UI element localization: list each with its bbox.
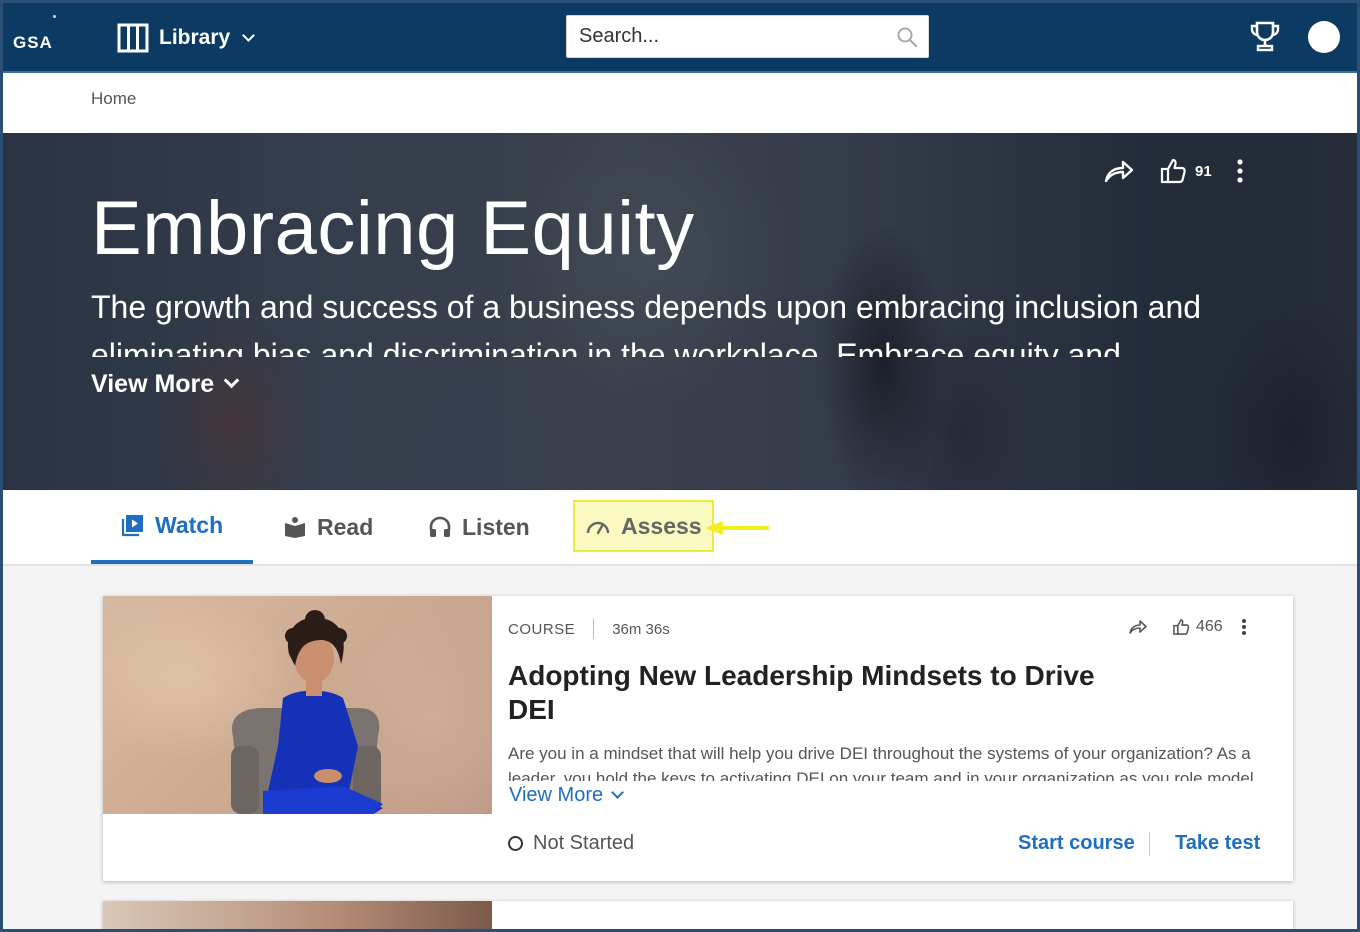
status-circle-icon <box>508 836 523 851</box>
library-label: Library <box>159 26 231 49</box>
course-meta: COURSE 36m 36s <box>508 619 670 639</box>
tab-watch-label: Watch <box>155 511 224 538</box>
content-type-label: COURSE <box>508 620 576 638</box>
status-label: Not Started <box>533 832 635 854</box>
thumbs-up-icon[interactable] <box>1172 618 1190 636</box>
start-course-button[interactable]: Start course <box>1018 832 1135 855</box>
tab-watch[interactable]: Watch <box>91 490 253 564</box>
tab-read-label: Read <box>317 513 374 540</box>
more-options-icon[interactable] <box>1236 158 1244 184</box>
action-divider <box>1149 832 1150 856</box>
tab-assess[interactable]: Assess <box>573 500 714 552</box>
book-icon <box>285 517 305 538</box>
course-duration: 36m 36s <box>612 620 670 638</box>
hero-banner: Embracing Equity The growth and success … <box>3 133 1357 490</box>
tab-assess-label: Assess <box>621 512 702 539</box>
callout-arrow-icon <box>705 521 769 535</box>
chevron-down-icon <box>242 28 256 42</box>
tab-read[interactable]: Read <box>283 490 373 564</box>
share-icon[interactable] <box>1128 619 1148 635</box>
next-course-thumbnail[interactable] <box>103 901 492 929</box>
trophy-icon[interactable] <box>1248 19 1282 53</box>
share-icon[interactable] <box>1103 158 1135 184</box>
course-thumbnail[interactable] <box>103 596 492 814</box>
course-view-more-button[interactable]: View More <box>509 784 624 807</box>
card-actions: 466 <box>1128 618 1247 636</box>
library-icon <box>117 23 149 53</box>
user-avatar[interactable] <box>1308 21 1340 53</box>
take-test-button[interactable]: Take test <box>1175 832 1260 855</box>
tab-listen-label: Listen <box>462 513 530 540</box>
meta-divider <box>593 619 595 639</box>
library-menu-button[interactable]: Library <box>117 21 256 55</box>
app-window: GSA Library Home <box>0 0 1360 932</box>
gauge-icon <box>586 521 610 535</box>
headphones-icon <box>429 516 451 537</box>
gsa-logo[interactable]: GSA <box>13 33 53 53</box>
play-video-icon <box>121 515 143 537</box>
hero-like-count: 91 <box>1195 162 1212 180</box>
hero-actions: 91 <box>1103 157 1244 185</box>
breadcrumb-home-link[interactable]: Home <box>91 89 136 109</box>
course-description: Are you in a mindset that will help you … <box>508 744 1268 781</box>
course-title[interactable]: Adopting New Leadership Mindsets to Driv… <box>508 659 1108 727</box>
presenter-image <box>231 610 383 814</box>
page-title: Embracing Equity <box>91 186 695 271</box>
more-options-icon[interactable] <box>1241 618 1247 636</box>
top-navigation-bar: GSA Library <box>3 3 1357 73</box>
course-like-count: 466 <box>1196 618 1223 635</box>
chevron-down-icon <box>223 372 240 389</box>
hero-description: The growth and success of a business dep… <box>91 289 1202 357</box>
hero-view-more-label: View More <box>91 370 215 398</box>
breadcrumb-bar: Home <box>3 73 1357 133</box>
thumbs-up-icon[interactable] <box>1159 157 1187 185</box>
search-icon[interactable] <box>896 26 918 48</box>
hero-view-more-button[interactable]: View More <box>91 370 240 399</box>
course-view-more-label: View More <box>509 784 604 806</box>
chevron-down-icon <box>611 786 624 799</box>
content-tabs: Watch Read Listen Assess <box>3 490 1357 566</box>
search-input[interactable] <box>567 16 867 57</box>
course-status: Not Started <box>508 832 634 855</box>
course-card[interactable]: COURSE 36m 36s 466 Adopting New Leadersh… <box>103 596 1293 881</box>
search-box <box>566 15 929 58</box>
logo-dot <box>53 15 56 18</box>
next-course-card[interactable] <box>103 901 1293 929</box>
tab-listen[interactable]: Listen <box>428 490 530 564</box>
